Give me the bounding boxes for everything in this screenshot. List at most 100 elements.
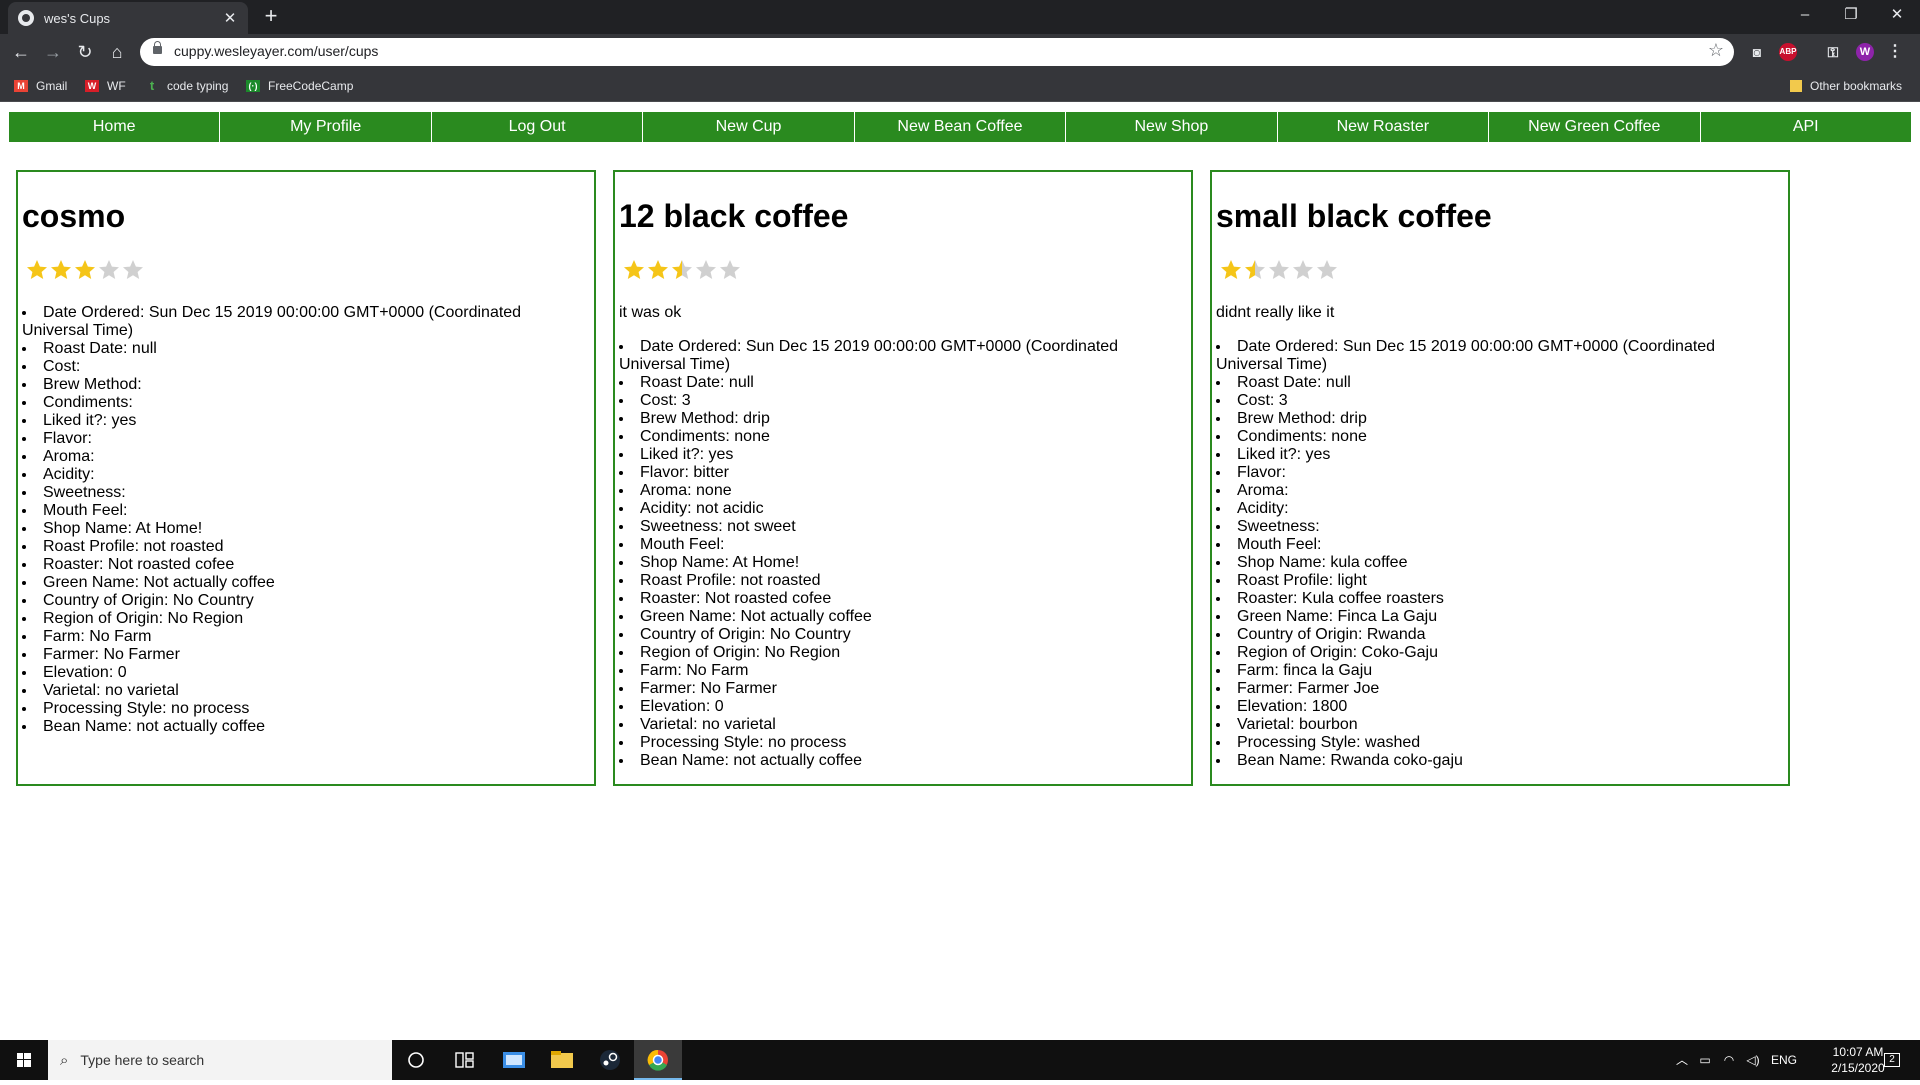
- back-arrow-icon[interactable]: ←: [8, 39, 34, 65]
- bookmark-label: Other bookmarks: [1810, 79, 1903, 93]
- wifi-icon[interactable]: ◠: [1718, 1040, 1740, 1080]
- detail-item: Processing Style: no process: [619, 734, 1187, 752]
- key-icon[interactable]: ⚿: [1824, 43, 1842, 61]
- detail-item: Liked it?: yes: [1216, 446, 1784, 464]
- bookmark-code-typing[interactable]: t code typing: [145, 77, 229, 95]
- home-icon[interactable]: ⌂: [104, 39, 130, 65]
- freecodecamp-icon: (·): [246, 80, 260, 92]
- bookmark-wf[interactable]: W WF: [85, 77, 126, 95]
- detail-item: Region of Origin: Coko-Gaju: [1216, 644, 1784, 662]
- cup-name: cosmo: [22, 198, 126, 234]
- chrome-icon[interactable]: [634, 1040, 682, 1080]
- folder-icon: [1790, 80, 1802, 92]
- restore-icon[interactable]: ❐: [1828, 0, 1874, 30]
- star-icon: [720, 260, 740, 279]
- forward-arrow-icon[interactable]: →: [40, 39, 66, 65]
- window-close-icon[interactable]: ✕: [1874, 0, 1920, 30]
- reload-icon[interactable]: ↻: [72, 39, 98, 65]
- windows-start-button[interactable]: [0, 1040, 48, 1080]
- detail-item: Roast Date: null: [22, 340, 590, 358]
- nav-home[interactable]: Home: [9, 112, 221, 142]
- detail-item: Liked it?: yes: [22, 412, 590, 430]
- detail-item: Brew Method: drip: [1216, 410, 1784, 428]
- bookmark-star-icon[interactable]: ☆: [1708, 40, 1724, 61]
- detail-item: Green Name: Not actually coffee: [22, 574, 590, 592]
- cup-name: 12 black coffee: [619, 198, 849, 234]
- bookmark-label: code typing: [167, 79, 229, 93]
- volume-icon[interactable]: ◁): [1742, 1040, 1764, 1080]
- star-icon: [75, 260, 95, 279]
- detail-item: Date Ordered: Sun Dec 15 2019 00:00:00 G…: [619, 338, 1187, 374]
- detail-item: Date Ordered: Sun Dec 15 2019 00:00:00 G…: [1216, 338, 1784, 374]
- windows-logo-icon: [17, 1053, 31, 1067]
- browser-tab[interactable]: wes's Cups ✕: [8, 2, 248, 34]
- star-icon: [1293, 260, 1313, 279]
- star-icon: [123, 260, 143, 279]
- menu-dots-icon[interactable]: ⋮: [1886, 43, 1904, 61]
- language-indicator[interactable]: ENG: [1766, 1040, 1802, 1080]
- detail-item: Cost: 3: [1216, 392, 1784, 410]
- detail-item: Shop Name: At Home!: [619, 554, 1187, 572]
- cup-comment: didnt really like it: [1216, 304, 1335, 321]
- cup-card: cosmo Date Ordered: Sun Dec 15 2019 00:00…: [16, 170, 596, 786]
- control-panel-icon[interactable]: [490, 1040, 538, 1080]
- url-text: cuppy.wesleyayer.com/user/cups: [174, 43, 379, 59]
- detail-item: Farmer: Farmer Joe: [1216, 680, 1784, 698]
- detail-item: Brew Method:: [22, 376, 590, 394]
- detail-item: Roast Profile: not roasted: [619, 572, 1187, 590]
- star-icon: [696, 260, 716, 279]
- detail-item: Processing Style: washed: [1216, 734, 1784, 752]
- detail-item: Condiments: none: [619, 428, 1187, 446]
- nav-new-shop[interactable]: New Shop: [1066, 112, 1278, 142]
- task-view-icon[interactable]: [440, 1040, 488, 1080]
- detail-item: Roast Date: null: [619, 374, 1187, 392]
- detail-item: Liked it?: yes: [619, 446, 1187, 464]
- notifications-icon[interactable]: 2: [1872, 1040, 1912, 1080]
- address-bar[interactable]: cuppy.wesleyayer.com/user/cups ☆: [140, 38, 1734, 66]
- detail-item: Processing Style: no process: [22, 700, 590, 718]
- profile-avatar[interactable]: W: [1856, 43, 1874, 61]
- tab-close-icon[interactable]: ✕: [222, 9, 238, 27]
- detail-item: Aroma: none: [619, 482, 1187, 500]
- detail-item: Shop Name: kula coffee: [1216, 554, 1784, 572]
- detail-item: Aroma:: [1216, 482, 1784, 500]
- file-explorer-icon[interactable]: [538, 1040, 586, 1080]
- nav-my-profile[interactable]: My Profile: [220, 112, 432, 142]
- nav-api[interactable]: API: [1700, 112, 1911, 142]
- bookmark-freecodecamp[interactable]: (·) FreeCodeCamp: [246, 77, 353, 95]
- nav-log-out[interactable]: Log Out: [431, 112, 644, 142]
- star-icon: [1269, 260, 1289, 279]
- other-bookmarks[interactable]: Other bookmarks: [1790, 77, 1902, 95]
- cortana-icon[interactable]: [392, 1040, 440, 1080]
- battery-icon[interactable]: ▭: [1694, 1040, 1716, 1080]
- nav-new-green-coffee[interactable]: New Green Coffee: [1489, 112, 1701, 142]
- star-icon: [1221, 260, 1241, 279]
- browser-toolbar: ← → ↻ ⌂ cuppy.wesleyayer.com/user/cups ☆…: [0, 34, 1920, 70]
- steam-icon[interactable]: [586, 1040, 634, 1080]
- cup-name: small black coffee: [1216, 198, 1492, 234]
- tray-expand-icon[interactable]: ︿: [1672, 1040, 1692, 1080]
- cup-details: Date Ordered: Sun Dec 15 2019 00:00:00 G…: [619, 338, 1187, 770]
- taskbar-search[interactable]: ⌕ Type here to search: [48, 1040, 392, 1080]
- detail-item: Flavor:: [22, 430, 590, 448]
- bookmark-gmail[interactable]: M Gmail: [14, 77, 67, 95]
- cup-comment: it was ok: [619, 304, 682, 321]
- cup-details: Date Ordered: Sun Dec 15 2019 00:00:00 G…: [1216, 338, 1784, 770]
- browser-tab-bar: wes's Cups ✕ + – ❐ ✕: [0, 0, 1920, 34]
- detail-item: Roast Profile: light: [1216, 572, 1784, 590]
- detail-item: Farmer: No Farmer: [22, 646, 590, 664]
- star-icon: [99, 260, 119, 279]
- adblock-extension-icon[interactable]: ABP: [1779, 43, 1797, 61]
- page-content: Home My Profile Log Out New Cup New Bean…: [0, 102, 1920, 1040]
- nav-new-cup[interactable]: New Cup: [643, 112, 855, 142]
- star-icon: [51, 260, 71, 279]
- nav-new-roaster[interactable]: New Roaster: [1277, 112, 1490, 142]
- detail-item: Bean Name: not actually coffee: [619, 752, 1187, 770]
- detail-item: Farmer: No Farmer: [619, 680, 1187, 698]
- camera-extension-icon[interactable]: ◙: [1748, 43, 1766, 61]
- nav-new-bean-coffee[interactable]: New Bean Coffee: [854, 112, 1067, 142]
- minimize-icon[interactable]: –: [1782, 0, 1828, 30]
- site-nav: Home My Profile Log Out New Cup New Bean…: [9, 112, 1911, 142]
- detail-item: Bean Name: Rwanda coko-gaju: [1216, 752, 1784, 770]
- new-tab-button[interactable]: +: [258, 4, 284, 30]
